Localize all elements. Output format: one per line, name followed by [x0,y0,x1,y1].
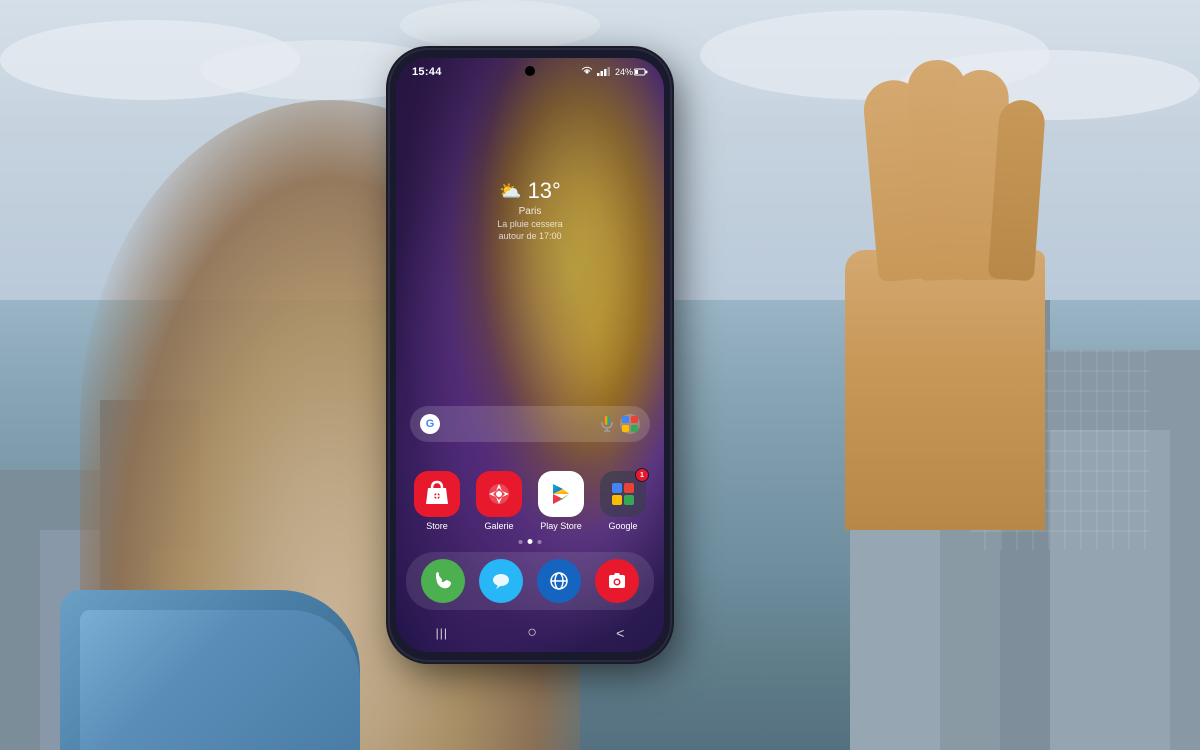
google-grid [612,483,634,505]
google-dot-green [624,495,634,505]
page-dot-2 [528,539,533,544]
phone-body: 15:44 [390,50,670,660]
google-dot-red [624,483,634,493]
app-store[interactable]: Store [408,471,466,532]
phone-screen: 15:44 [396,58,664,652]
nav-recent[interactable]: ||| [436,626,448,640]
status-time: 15:44 [412,66,442,78]
dock [406,552,654,610]
google-dot-yellow [612,495,622,505]
galerie-icon [476,471,522,517]
google-badge: 1 [635,468,649,482]
page-dot-1 [519,540,523,544]
camera-hole [525,66,535,76]
weather-description: La pluie cessera autour de 17:00 [497,219,563,242]
weather-city: Paris [497,206,563,217]
dock-internet[interactable] [537,559,581,603]
weather-widget: ⛅ 13° Paris La pluie cessera autour de 1… [497,178,563,242]
app-galerie[interactable]: Galerie [470,471,528,532]
playstore-label: Play Store [540,521,582,532]
google-icon: 1 [600,471,646,517]
weather-icon: ⛅ [499,181,521,202]
page-dot-3 [538,540,542,544]
status-icons: 24% [581,66,648,78]
app-grid: Store Galerie [396,471,664,532]
search-bar[interactable]: G [410,406,650,442]
dock-phone[interactable] [421,559,465,603]
store-icon [414,471,460,517]
nav-home[interactable]: ○ [527,624,537,642]
dock-messages[interactable] [479,559,523,603]
nav-back[interactable]: < [616,625,624,641]
google-label: Google [608,521,637,532]
wifi-icon [581,66,593,78]
weather-temperature: 13° [528,178,561,204]
mic-icon [598,415,616,433]
nav-bar: ||| ○ < [396,614,664,652]
dock-camera[interactable] [595,559,639,603]
app-playstore[interactable]: Play Store [532,471,590,532]
phone-wrapper: 15:44 [390,50,670,660]
store-label: Store [426,521,448,532]
signal-icon [597,66,611,78]
palm [845,250,1045,530]
cloud-5 [400,0,600,50]
galerie-label: Galerie [484,521,513,532]
sleeve-inner [80,610,360,750]
google-g-icon: G [420,414,440,434]
page-dots [519,539,542,544]
lens-icon [620,414,640,434]
app-google[interactable]: 1 Google [594,471,652,532]
battery-percent: 24% [615,67,633,77]
battery-icon: 24% [615,67,648,77]
playstore-icon [538,471,584,517]
google-dot-blue [612,483,622,493]
